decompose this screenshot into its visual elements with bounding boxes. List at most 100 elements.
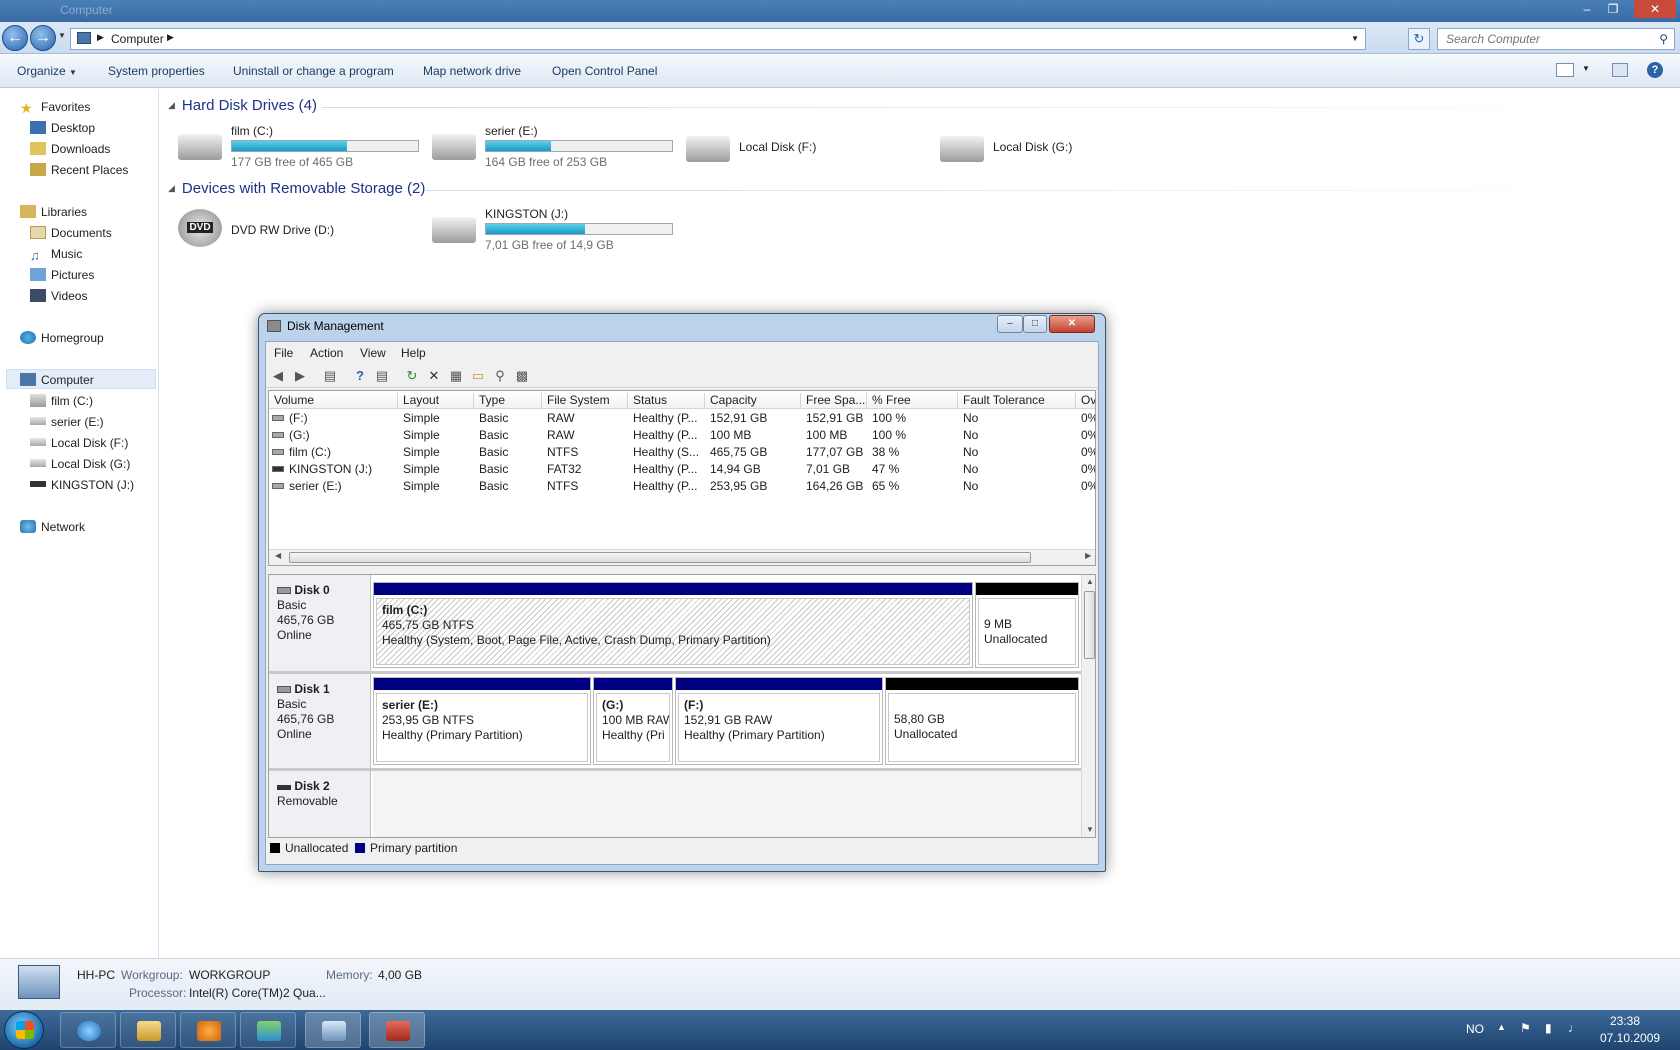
- column-capacity[interactable]: Capacity: [705, 393, 801, 409]
- back-arrow-icon[interactable]: ◀: [270, 368, 286, 384]
- unallocated-disk-0[interactable]: 9 MB Unallocated: [975, 582, 1079, 668]
- scroll-up-arrow-icon[interactable]: ▲: [1086, 577, 1094, 586]
- nav-libraries[interactable]: Libraries: [20, 205, 87, 219]
- menu-action[interactable]: Action: [310, 346, 343, 360]
- close-button[interactable]: ✕: [1634, 0, 1676, 18]
- taskbar-explorer[interactable]: [120, 1012, 176, 1048]
- view-options-chevron-icon[interactable]: ▼: [1582, 64, 1590, 73]
- drive-tile-e[interactable]: serier (E:) 164 GB free of 253 GB: [432, 124, 682, 170]
- menu-help[interactable]: Help: [401, 346, 426, 360]
- scroll-right-arrow-icon[interactable]: ▶: [1085, 551, 1091, 560]
- taskbar-internet-explorer[interactable]: [60, 1012, 116, 1048]
- help-icon[interactable]: ?: [352, 368, 368, 384]
- nav-computer[interactable]: Computer: [20, 373, 94, 387]
- nav-drive-c[interactable]: film (C:): [30, 394, 93, 408]
- delete-icon[interactable]: ✕: [426, 368, 442, 384]
- column-overhead[interactable]: Ov: [1076, 393, 1095, 409]
- column-status[interactable]: Status: [628, 393, 705, 409]
- taskbar-computer-window[interactable]: [305, 1012, 361, 1048]
- horizontal-scroll-thumb[interactable]: [289, 552, 1031, 563]
- column-layout[interactable]: Layout: [398, 393, 474, 409]
- properties-icon[interactable]: ▦: [448, 368, 464, 384]
- nav-recent-places[interactable]: Recent Places: [30, 163, 128, 177]
- column-fault-tolerance[interactable]: Fault Tolerance: [958, 393, 1076, 409]
- breadcrumb-chevron-icon[interactable]: ▶: [167, 32, 174, 43]
- nav-drive-e[interactable]: serier (E:): [30, 415, 104, 429]
- nav-videos[interactable]: Videos: [30, 289, 87, 303]
- properties-pane-icon[interactable]: ▤: [374, 368, 390, 384]
- back-button[interactable]: ←: [2, 25, 28, 51]
- nav-drive-g[interactable]: Local Disk (G:): [30, 457, 130, 471]
- menu-view[interactable]: View: [360, 346, 386, 360]
- volume-row[interactable]: KINGSTON (J:) Simple Basic FAT32 Healthy (P.…: [269, 461, 1095, 478]
- disk-row-0[interactable]: Disk 0 Basic 465,76 GB Online film (C:) …: [269, 575, 1081, 671]
- start-button[interactable]: [4, 1011, 44, 1049]
- drive-tile-j[interactable]: KINGSTON (J:) 7,01 GB free of 14,9 GB: [432, 207, 682, 253]
- refresh-icon[interactable]: ↻: [404, 368, 420, 384]
- nav-documents[interactable]: Documents: [30, 226, 112, 240]
- show-hidden-icons-icon[interactable]: ▲: [1497, 1022, 1506, 1032]
- open-control-panel-button[interactable]: Open Control Panel: [552, 64, 657, 78]
- drive-tile-f[interactable]: Local Disk (F:): [686, 132, 916, 168]
- recent-pages-chevron-icon[interactable]: ▼: [58, 31, 66, 40]
- column-file-system[interactable]: File System: [542, 393, 628, 409]
- menu-file[interactable]: File: [274, 346, 293, 360]
- preview-pane-icon[interactable]: [1612, 63, 1628, 77]
- disk-row-1[interactable]: Disk 1 Basic 465,76 GB Online serier (E:…: [269, 674, 1081, 768]
- vertical-scrollbar[interactable]: ▲ ▼: [1081, 575, 1095, 837]
- nav-downloads[interactable]: Downloads: [30, 142, 110, 156]
- language-indicator[interactable]: NO: [1466, 1022, 1484, 1036]
- taskbar-messenger[interactable]: [240, 1012, 296, 1048]
- network-signal-icon[interactable]: ▮: [1545, 1021, 1552, 1035]
- removable-storage-group-header[interactable]: ◢ Devices with Removable Storage (2): [168, 180, 425, 197]
- volume-row[interactable]: (F:) Simple Basic RAW Healthy (P... 152,91 GB…: [269, 410, 1095, 427]
- organize-menu[interactable]: Organize ▼: [17, 64, 77, 78]
- open-folder-icon[interactable]: ▭: [470, 368, 486, 384]
- nav-homegroup[interactable]: Homegroup: [20, 331, 104, 345]
- nav-music[interactable]: ♫ Music: [30, 247, 82, 263]
- search-box[interactable]: ⚲: [1437, 28, 1675, 50]
- taskbar-media-player[interactable]: [180, 1012, 236, 1048]
- dm-minimize-button[interactable]: –: [997, 315, 1023, 333]
- clock-time[interactable]: 23:38: [1610, 1014, 1640, 1028]
- vertical-scroll-thumb[interactable]: [1084, 591, 1095, 659]
- unallocated-disk-1[interactable]: 58,80 GB Unallocated: [885, 677, 1079, 765]
- change-view-icon[interactable]: [1556, 63, 1574, 77]
- settings-icon[interactable]: ▩: [514, 368, 530, 384]
- minimize-button[interactable]: –: [1574, 0, 1600, 18]
- forward-arrow-icon[interactable]: ▶: [292, 368, 308, 384]
- taskbar-disk-management[interactable]: [369, 1012, 425, 1048]
- scroll-left-arrow-icon[interactable]: ◀: [275, 551, 281, 560]
- map-network-drive-button[interactable]: Map network drive: [423, 64, 521, 78]
- system-properties-button[interactable]: System properties: [108, 64, 205, 78]
- breadcrumb-computer[interactable]: Computer: [111, 32, 164, 46]
- nav-favorites[interactable]: ★ Favorites: [20, 100, 90, 116]
- action-center-flag-icon[interactable]: ⚑: [1520, 1021, 1531, 1035]
- volume-row[interactable]: serier (E:) Simple Basic NTFS Healthy (P... 2…: [269, 478, 1095, 495]
- breadcrumb-chevron-icon[interactable]: ▶: [97, 32, 104, 43]
- volume-row[interactable]: (G:) Simple Basic RAW Healthy (P... 100 MB 100…: [269, 427, 1095, 444]
- volume-muted-icon[interactable]: ♩: [1568, 1021, 1580, 1035]
- drive-tile-c[interactable]: film (C:) 177 GB free of 465 GB: [178, 124, 428, 170]
- nav-network[interactable]: Network: [20, 520, 85, 534]
- horizontal-scrollbar[interactable]: ◀ ▶: [269, 549, 1095, 565]
- restore-button[interactable]: ❐: [1600, 0, 1626, 18]
- dm-close-button[interactable]: ✕: [1049, 315, 1095, 333]
- disk-row-2[interactable]: Disk 2 Removable: [269, 771, 1081, 837]
- search-input[interactable]: [1446, 29, 1646, 49]
- nav-drive-f[interactable]: Local Disk (F:): [30, 436, 128, 450]
- column-free-space[interactable]: Free Spa...: [801, 393, 867, 409]
- scroll-down-arrow-icon[interactable]: ▼: [1086, 825, 1094, 834]
- address-bar[interactable]: ▶ Computer ▶ ▼: [70, 28, 1366, 50]
- dm-maximize-button[interactable]: □: [1023, 315, 1047, 333]
- partition-c[interactable]: film (C:) 465,75 GB NTFS Healthy (System…: [373, 582, 973, 668]
- drive-tile-g[interactable]: Local Disk (G:): [940, 132, 1170, 168]
- search-icon[interactable]: ⚲: [492, 368, 508, 384]
- uninstall-program-button[interactable]: Uninstall or change a program: [233, 64, 394, 78]
- forward-button[interactable]: →: [30, 25, 56, 51]
- help-icon[interactable]: ?: [1647, 62, 1663, 78]
- nav-desktop[interactable]: Desktop: [30, 121, 95, 135]
- nav-drive-j[interactable]: KINGSTON (J:): [30, 478, 134, 492]
- partition-g[interactable]: (G:) 100 MB RAW Healthy (Pri: [593, 677, 673, 765]
- partition-e[interactable]: serier (E:) 253,95 GB NTFS Healthy (Prim…: [373, 677, 591, 765]
